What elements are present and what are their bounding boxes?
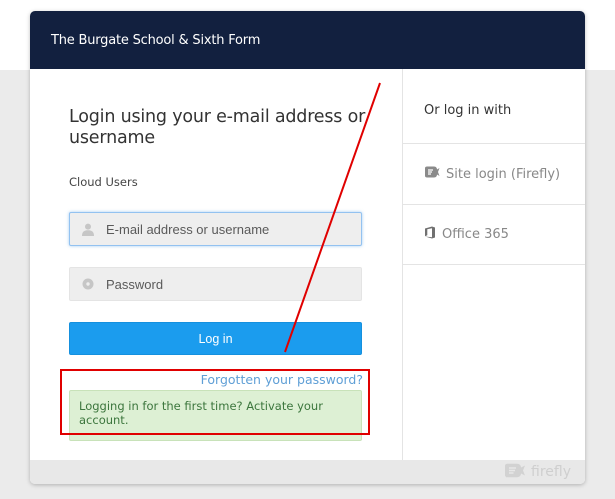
activate-account-message[interactable]: Logging in for the first time? Activate … bbox=[69, 390, 362, 441]
email-input[interactable] bbox=[106, 221, 346, 237]
login-button[interactable]: Log in bbox=[69, 322, 362, 355]
cloud-users-label: Cloud Users bbox=[69, 175, 138, 189]
firefly-brand-text: firefly bbox=[531, 464, 571, 480]
user-icon bbox=[70, 223, 106, 236]
key-icon bbox=[70, 278, 106, 290]
office-365-icon bbox=[424, 226, 436, 243]
password-input[interactable] bbox=[106, 276, 346, 292]
office-365-label: Office 365 bbox=[442, 227, 509, 242]
site-login-firefly-button[interactable]: Site login (Firefly) bbox=[403, 144, 585, 205]
school-name: The Burgate School & Sixth Form bbox=[51, 32, 261, 48]
login-title: Login using your e-mail address or usern… bbox=[69, 107, 366, 148]
password-field[interactable] bbox=[69, 267, 362, 301]
login-panel: Login using your e-mail address or usern… bbox=[69, 69, 365, 460]
card-footer: firefly bbox=[30, 460, 585, 484]
site-login-label: Site login (Firefly) bbox=[446, 166, 561, 182]
forgot-password-link[interactable]: Forgotten your password? bbox=[201, 372, 363, 387]
email-field[interactable] bbox=[69, 212, 362, 246]
alt-login-heading: Or log in with bbox=[403, 69, 585, 144]
office-365-button[interactable]: Office 365 bbox=[403, 205, 585, 265]
firefly-logo-icon bbox=[504, 463, 526, 482]
firefly-icon bbox=[424, 166, 440, 182]
alt-login-panel: Or log in with Site login (Firefly) Offi… bbox=[402, 69, 585, 460]
school-header: The Burgate School & Sixth Form bbox=[30, 11, 585, 69]
login-card: The Burgate School & Sixth Form Login us… bbox=[30, 11, 585, 484]
